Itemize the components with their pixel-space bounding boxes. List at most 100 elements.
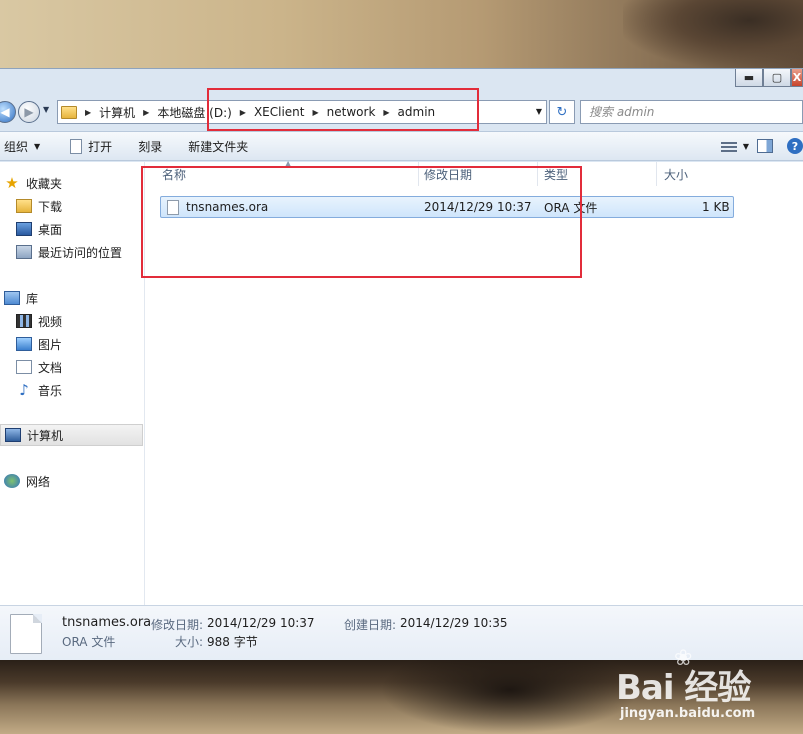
file-name: tnsnames.ora xyxy=(186,200,269,214)
details-created-label: 创建日期: xyxy=(344,618,397,632)
sidebar-item-recent-places[interactable]: 最近访问的位置 xyxy=(16,241,122,263)
search-box[interactable] xyxy=(580,100,803,124)
recent-places-icon xyxy=(16,245,32,259)
breadcrumb: ▶ 计算机 ▶ 本地磁盘 (D:) ▶ XEClient ▶ network ▶… xyxy=(77,104,435,121)
sidebar-item-label: 库 xyxy=(26,291,39,306)
refresh-button[interactable]: ↻ xyxy=(549,100,575,124)
new-folder-button[interactable]: 新建文件夹 xyxy=(182,132,254,160)
column-header-type[interactable]: 类型 xyxy=(544,162,568,186)
desktop-wallpaper-bottom xyxy=(0,660,803,734)
chevron-down-icon: ▼ xyxy=(34,141,41,151)
column-header-modified[interactable]: 修改日期 xyxy=(424,162,472,186)
details-pane: tnsnames.ora ORA 文件 修改日期: 2014/12/29 10:… xyxy=(0,605,803,661)
forward-button[interactable]: ▶ xyxy=(18,101,40,123)
sort-indicator-icon: ▲ xyxy=(285,159,292,168)
video-icon xyxy=(16,314,32,328)
chevron-right-icon[interactable]: ▶ xyxy=(143,108,149,117)
command-bar-right: ▼ ? xyxy=(715,132,803,160)
chevron-right-icon[interactable]: ▶ xyxy=(383,108,389,117)
preview-pane-icon[interactable] xyxy=(757,139,773,153)
sidebar-item-favorites[interactable]: ★ 收藏夹 xyxy=(4,172,62,194)
column-header-label: 类型 xyxy=(544,167,569,182)
chevron-right-icon[interactable]: ▶ xyxy=(85,108,91,117)
chevron-right-icon[interactable]: ▶ xyxy=(313,108,319,117)
sidebar-item-documents[interactable]: 文档 xyxy=(16,356,62,378)
details-modified-value: 2014/12/29 10:37 xyxy=(207,616,315,630)
folder-icon xyxy=(61,105,77,119)
view-options-icon[interactable] xyxy=(720,140,737,152)
sidebar-item-downloads[interactable]: 下载 xyxy=(16,195,62,217)
details-size-label: 大小: xyxy=(175,635,204,649)
desktop-icon xyxy=(16,222,32,236)
document-icon xyxy=(70,138,83,154)
sidebar-item-pictures[interactable]: 图片 xyxy=(16,333,62,355)
sidebar-item-computer[interactable]: 计算机 xyxy=(0,424,143,446)
details-modified-label: 修改日期: xyxy=(151,618,204,632)
sidebar-item-libraries[interactable]: 库 xyxy=(4,287,38,309)
picture-icon xyxy=(16,337,32,351)
sidebar-item-music[interactable]: ♪ 音乐 xyxy=(16,379,62,401)
burn-button[interactable]: 刻录 xyxy=(132,132,168,160)
sidebar-item-label: 计算机 xyxy=(27,428,64,443)
breadcrumb-admin[interactable]: admin xyxy=(398,105,436,119)
sidebar-item-label: 文档 xyxy=(38,360,63,375)
computer-icon xyxy=(5,428,21,442)
file-modified-cell: 2014/12/29 10:37 xyxy=(424,200,532,214)
maximize-button[interactable]: ▢ xyxy=(763,69,791,87)
open-label: 打开 xyxy=(88,139,113,154)
recent-pages-dropdown[interactable]: ▼ xyxy=(43,105,49,114)
close-button[interactable]: X xyxy=(791,69,803,87)
organize-menu[interactable]: 组织 ▼ xyxy=(0,132,46,160)
sidebar-item-videos[interactable]: 视频 xyxy=(16,310,62,332)
details-filename: tnsnames.ora xyxy=(62,615,152,630)
open-button[interactable]: 打开 xyxy=(64,132,118,160)
file-list: ▲ 名称 修改日期 类型 大小 tnsnames.ora 2014/12/29 … xyxy=(146,159,803,605)
navigation-row: ◀ ▶ ▼ ▶ 计算机 ▶ 本地磁盘 (D:) ▶ XEClient ▶ net… xyxy=(0,97,803,125)
refresh-icon: ↻ xyxy=(556,104,568,120)
file-name-cell: tnsnames.ora xyxy=(161,197,268,217)
breadcrumb-network[interactable]: network xyxy=(327,105,376,119)
column-divider[interactable] xyxy=(537,162,538,186)
column-header-label: 名称 xyxy=(162,167,187,182)
sidebar-item-desktop[interactable]: 桌面 xyxy=(16,218,62,240)
file-row[interactable]: tnsnames.ora 2014/12/29 10:37 ORA 文件 1 K… xyxy=(160,196,734,218)
address-bar[interactable]: ▶ 计算机 ▶ 本地磁盘 (D:) ▶ XEClient ▶ network ▶… xyxy=(57,100,547,124)
navigation-pane: ★ 收藏夹 下载 桌面 最近访问的位置 库 视频 图片 文档 ♪ 音乐 计算机 … xyxy=(0,162,145,605)
burn-label: 刻录 xyxy=(138,139,163,154)
breadcrumb-xeclient[interactable]: XEClient xyxy=(254,105,305,119)
sidebar-item-label: 视频 xyxy=(38,314,63,329)
libraries-icon xyxy=(4,291,20,305)
content-area: ★ 收藏夹 下载 桌面 最近访问的位置 库 视频 图片 文档 ♪ 音乐 计算机 … xyxy=(0,159,803,605)
breadcrumb-local-disk-d[interactable]: 本地磁盘 (D:) xyxy=(157,104,231,121)
sidebar-item-label: 桌面 xyxy=(38,222,63,237)
sidebar-item-label: 收藏夹 xyxy=(26,176,63,191)
file-size-cell: 1 KB xyxy=(702,200,730,214)
help-icon[interactable]: ? xyxy=(787,138,803,154)
explorer-window: ▬ ▢ X ◀ ▶ ▼ ▶ 计算机 ▶ 本地磁盘 (D:) ▶ XEClient… xyxy=(0,68,803,661)
column-divider[interactable] xyxy=(418,162,419,186)
column-header-label: 修改日期 xyxy=(424,167,473,182)
chevron-down-icon[interactable]: ▼ xyxy=(743,142,749,151)
file-type-cell: ORA 文件 xyxy=(544,200,598,215)
sidebar-item-label: 最近访问的位置 xyxy=(38,245,123,260)
new-folder-label: 新建文件夹 xyxy=(188,139,249,154)
command-bar: 组织 ▼ 打开 刻录 新建文件夹 ▼ ? xyxy=(0,131,803,161)
music-note-icon: ♪ xyxy=(19,381,29,399)
column-header-name[interactable]: 名称 xyxy=(162,162,186,186)
back-button[interactable]: ◀ xyxy=(0,101,16,123)
sidebar-item-network[interactable]: 网络 xyxy=(4,470,50,492)
downloads-folder-icon xyxy=(16,199,32,213)
network-icon xyxy=(4,474,20,488)
star-icon: ★ xyxy=(5,174,19,192)
chevron-right-icon[interactable]: ▶ xyxy=(240,108,246,117)
sidebar-item-label: 下载 xyxy=(38,199,63,214)
column-divider[interactable] xyxy=(656,162,657,186)
breadcrumb-computer[interactable]: 计算机 xyxy=(99,104,135,121)
column-header-size[interactable]: 大小 xyxy=(664,162,688,186)
address-dropdown-button[interactable]: ▼ xyxy=(536,107,542,116)
organize-label: 组织 xyxy=(4,139,29,154)
sidebar-item-label: 网络 xyxy=(26,474,51,489)
minimize-button[interactable]: ▬ xyxy=(735,69,763,87)
window-controls: ▬ ▢ X xyxy=(735,69,803,87)
search-input[interactable] xyxy=(581,101,802,123)
